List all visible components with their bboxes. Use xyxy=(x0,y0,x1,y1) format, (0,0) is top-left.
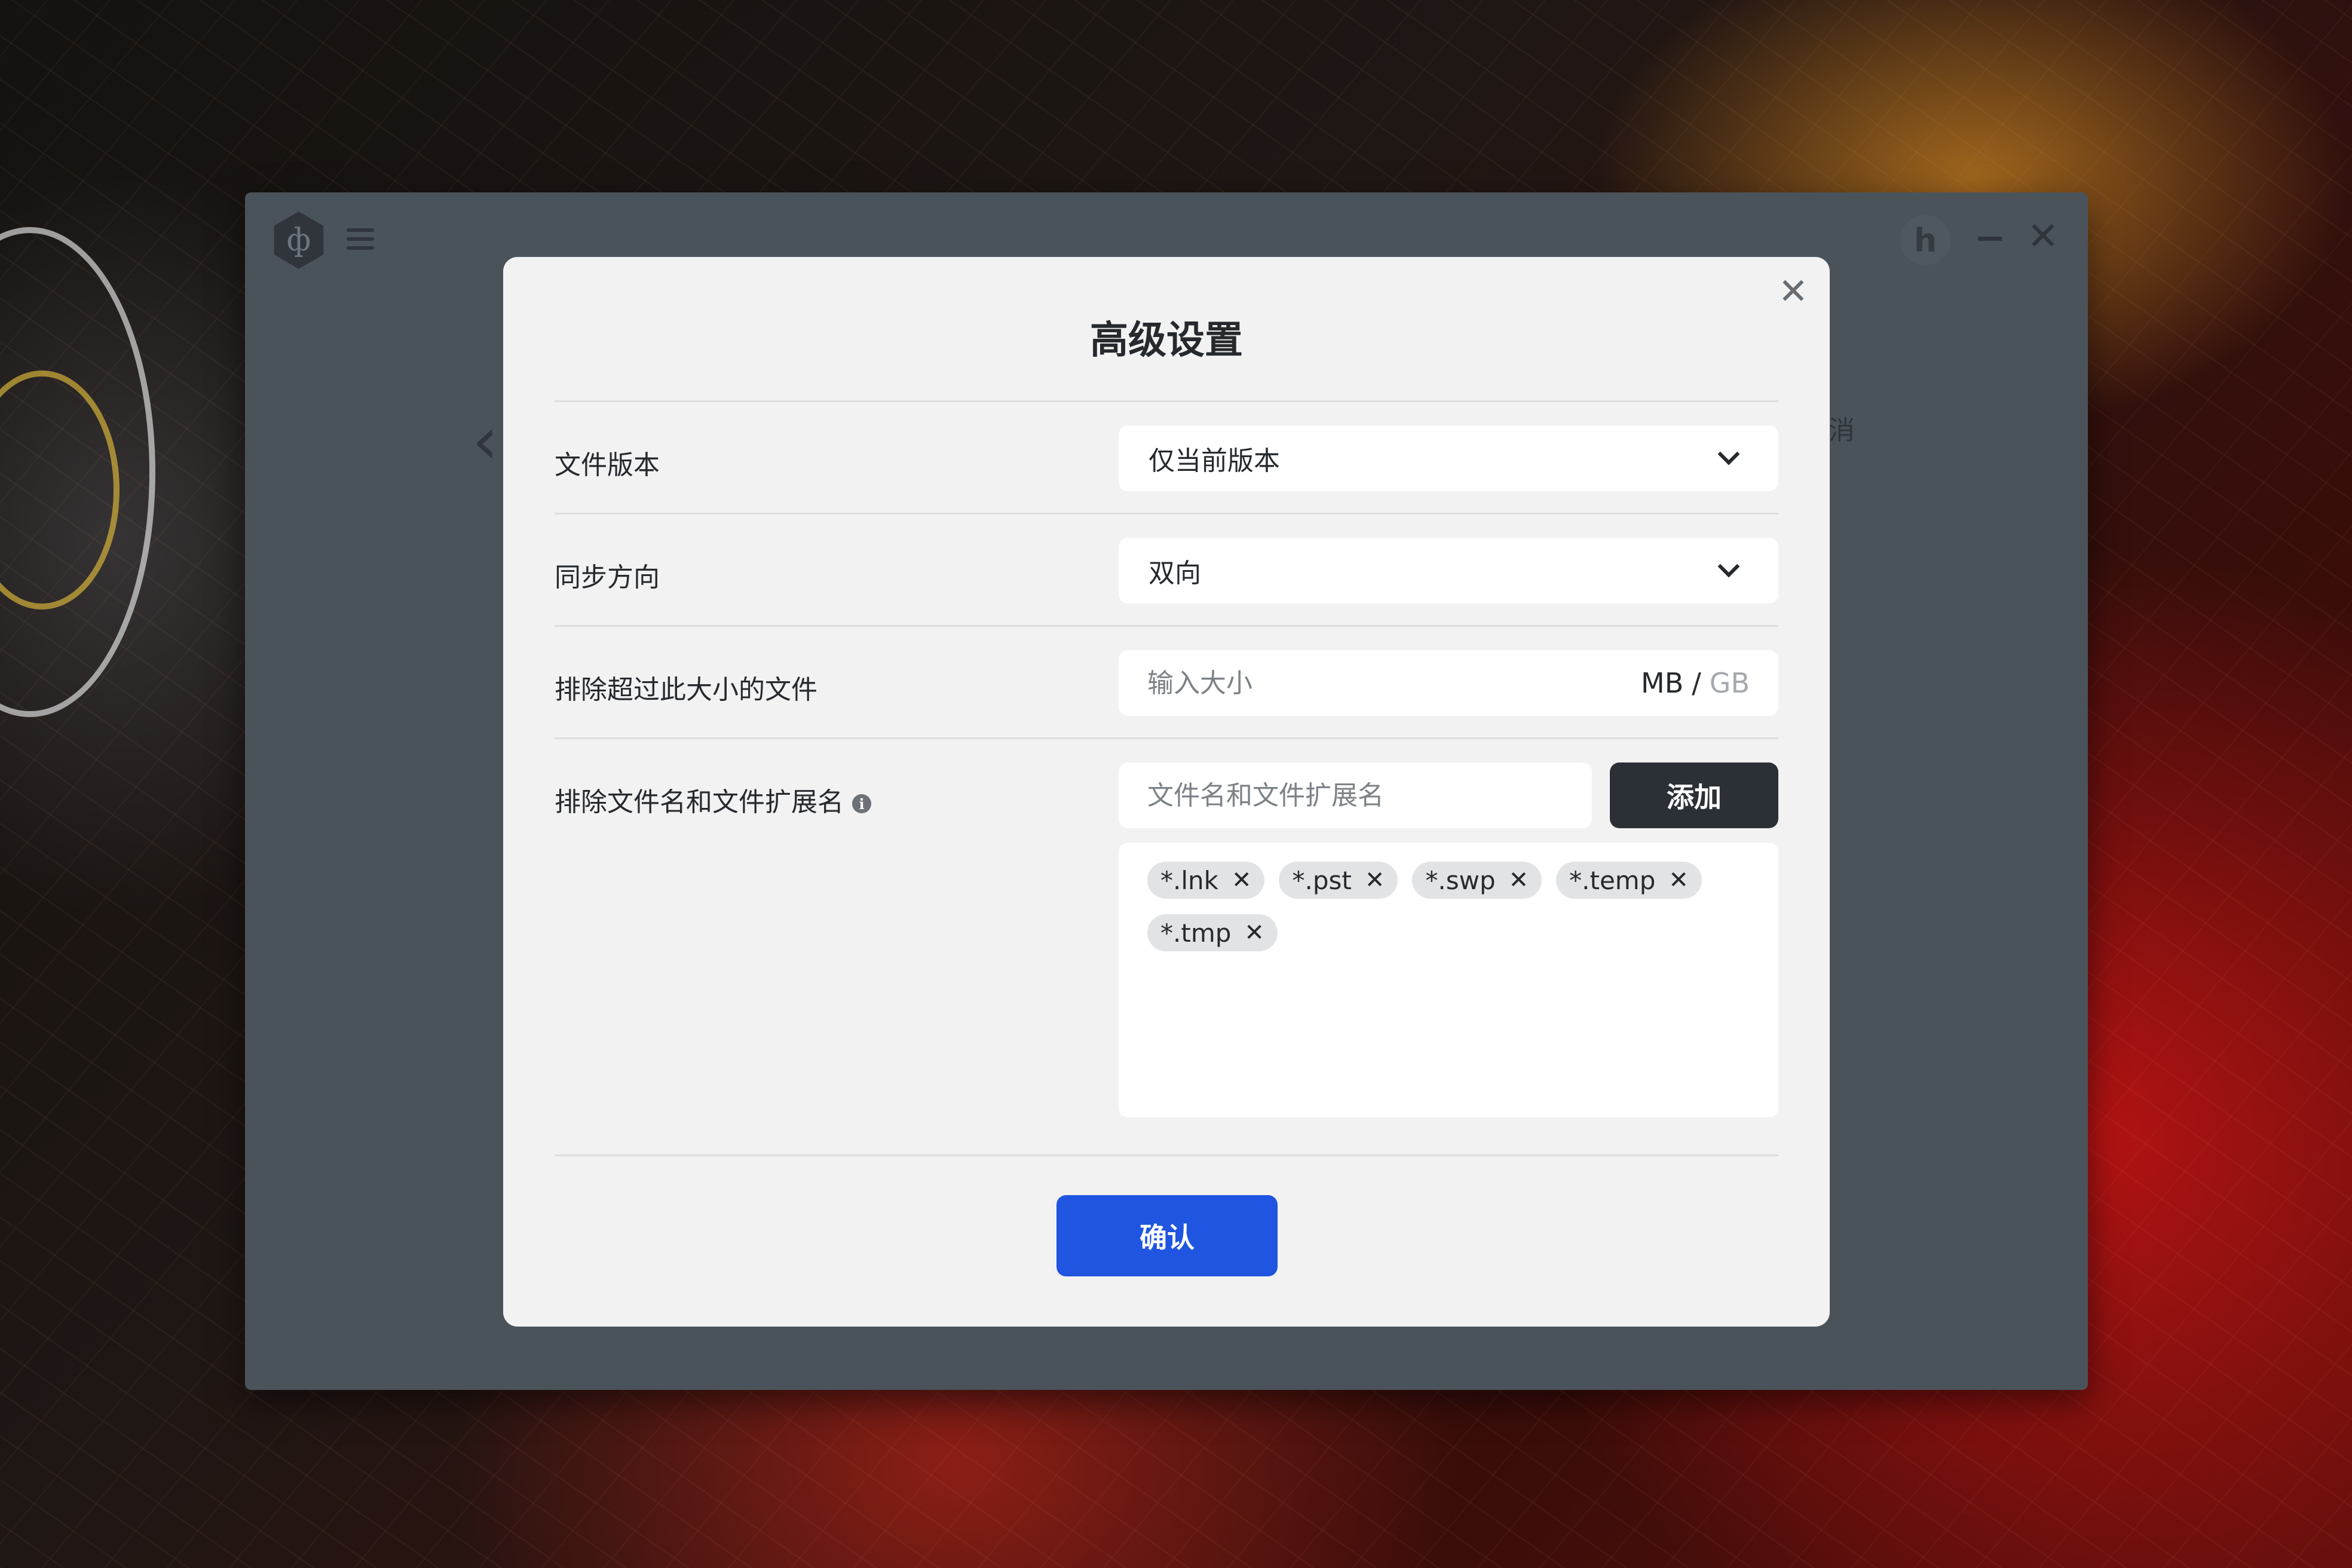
excluded-tag: *.tmp ✕ xyxy=(1147,914,1278,951)
dialog-close-icon[interactable]: ✕ xyxy=(1778,274,1808,310)
excluded-tag: *.lnk ✕ xyxy=(1147,862,1265,899)
app-logo-icon: ф xyxy=(274,212,324,269)
hamburger-menu-icon[interactable] xyxy=(347,228,374,252)
size-limit-label: 排除超过此大小的文件 xyxy=(555,675,817,705)
excluded-tag: *.swp ✕ xyxy=(1412,862,1542,899)
info-icon[interactable]: i xyxy=(852,794,871,813)
exclude-name-field xyxy=(1119,762,1592,828)
background-cancel-text: 消 xyxy=(1829,415,1855,446)
chevron-down-icon xyxy=(1717,443,1740,466)
unit-mb-toggle[interactable]: MB xyxy=(1641,667,1683,699)
exclude-name-input[interactable] xyxy=(1147,780,1563,811)
divider xyxy=(555,400,1778,402)
divider xyxy=(555,1154,1778,1156)
size-limit-field: MB / GB xyxy=(1119,650,1778,716)
divider xyxy=(555,737,1778,739)
unit-separator: / xyxy=(1692,667,1701,699)
divider xyxy=(555,625,1778,627)
add-button[interactable]: 添加 xyxy=(1610,762,1778,828)
excluded-tag: *.temp ✕ xyxy=(1556,862,1702,899)
excluded-tags-list: *.lnk ✕ *.pst ✕ *.swp ✕ *.temp ✕ *.tmp ✕ xyxy=(1119,843,1778,1117)
remove-tag-icon[interactable]: ✕ xyxy=(1365,866,1385,894)
file-version-select[interactable]: 仅当前版本 xyxy=(1119,425,1778,491)
confirm-button[interactable]: 确认 xyxy=(1056,1195,1278,1276)
advanced-settings-dialog: ✕ 高级设置 文件版本 仅当前版本 同步方向 双向 排除超过此大小的文件 MB … xyxy=(503,257,1830,1327)
remove-tag-icon[interactable]: ✕ xyxy=(1668,866,1689,894)
remove-tag-icon[interactable]: ✕ xyxy=(1232,866,1252,894)
window-close-icon[interactable]: ✕ xyxy=(2027,218,2059,256)
divider xyxy=(555,513,1778,514)
file-version-value: 仅当前版本 xyxy=(1149,446,1280,476)
exclude-names-label-text: 排除文件名和文件扩展名 xyxy=(555,787,844,817)
sync-direction-label: 同步方向 xyxy=(555,562,660,593)
exclude-names-label: 排除文件名和文件扩展名 i xyxy=(555,780,871,819)
avatar[interactable]: h xyxy=(1900,215,1950,265)
excluded-tag: *.pst ✕ xyxy=(1279,862,1398,899)
back-chevron-icon[interactable]: ‹ xyxy=(472,408,498,473)
chevron-down-icon xyxy=(1717,555,1740,578)
sync-direction-value: 双向 xyxy=(1149,558,1201,589)
remove-tag-icon[interactable]: ✕ xyxy=(1509,866,1529,894)
file-version-label: 文件版本 xyxy=(555,450,660,480)
minimize-icon[interactable] xyxy=(1978,237,2002,241)
dialog-title: 高级设置 xyxy=(1090,318,1243,363)
size-input[interactable] xyxy=(1147,667,1642,699)
sync-direction-select[interactable]: 双向 xyxy=(1119,538,1778,604)
remove-tag-icon[interactable]: ✕ xyxy=(1244,919,1264,947)
unit-gb-toggle[interactable]: GB xyxy=(1710,667,1750,699)
